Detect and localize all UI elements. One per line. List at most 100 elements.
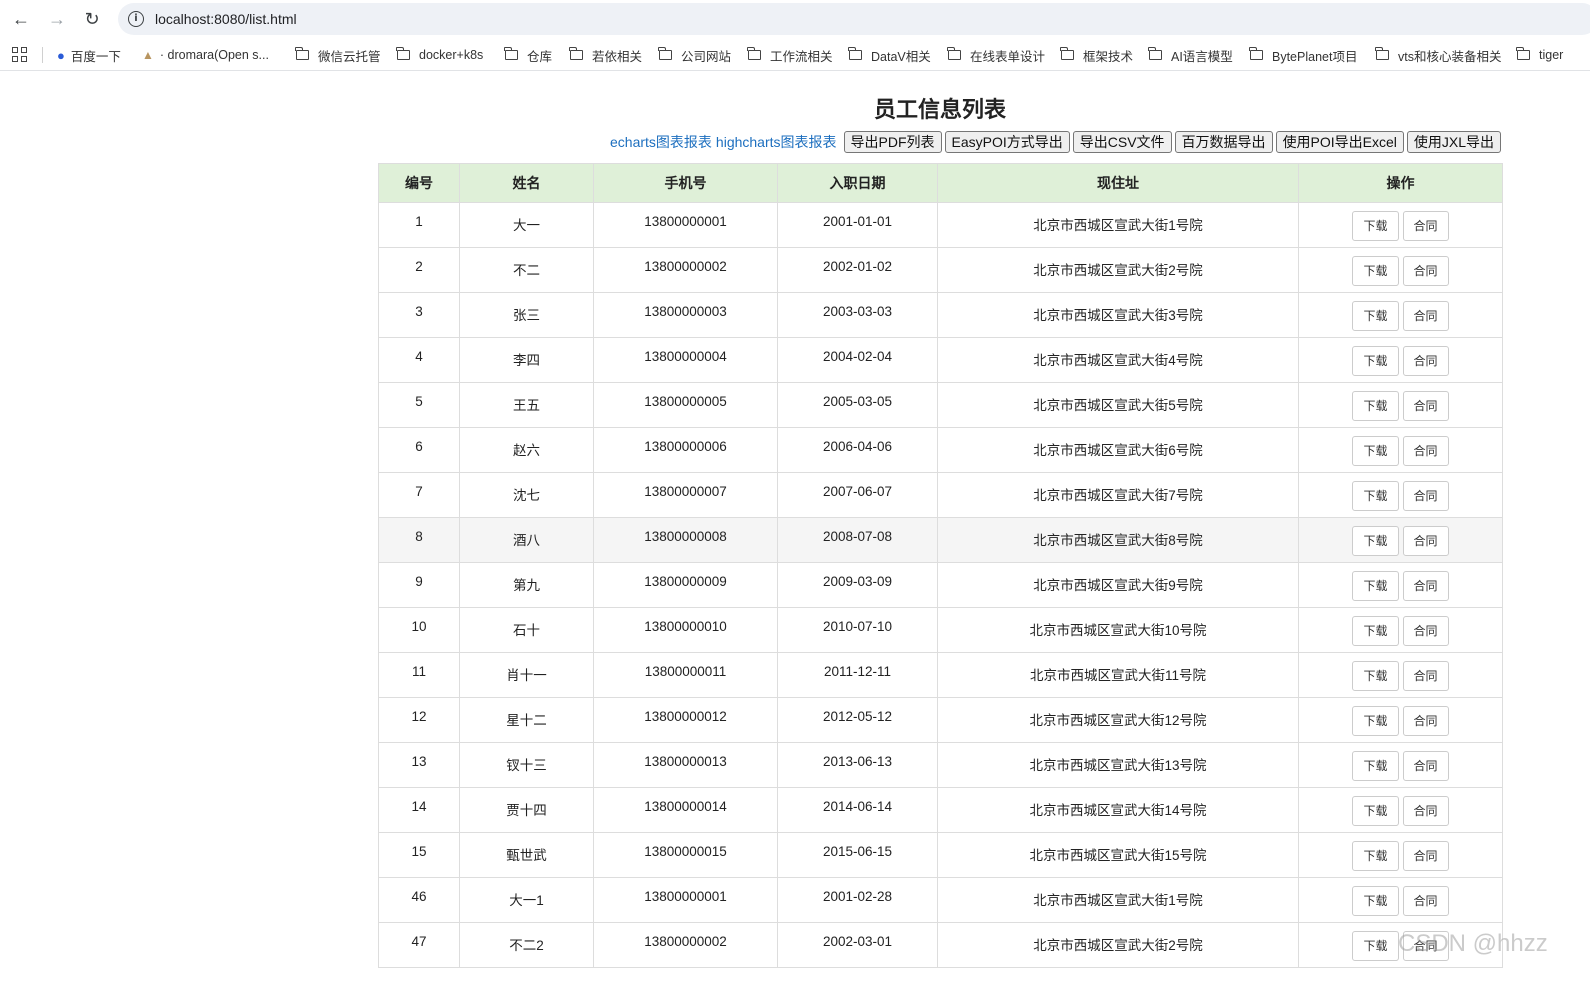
cell-address: 北京市西城区宣武大街3号院 [937, 292, 1299, 338]
cell-address: 北京市西城区宣武大街15号院 [937, 832, 1299, 878]
cell-address: 北京市西城区宣武大街2号院 [937, 922, 1299, 968]
url-text[interactable]: localhost:8080/list.html [155, 11, 297, 27]
cell-hire-date: 2010-07-10 [777, 607, 938, 653]
export-pdf-button[interactable]: 导出PDF列表 [843, 131, 942, 153]
bookmark-folder[interactable]: BytePlanet项目 [1249, 46, 1357, 64]
bookmark-folder[interactable]: tiger [1516, 46, 1563, 64]
cell-address: 北京市西城区宣武大街12号院 [937, 697, 1299, 743]
cell-actions: 下载 合同 [1298, 292, 1503, 338]
download-button[interactable]: 下载 [1352, 931, 1399, 961]
contract-button[interactable]: 合同 [1402, 391, 1449, 421]
table-row: 9 第九 13800000009 2009-03-09 北京市西城区宣武大街9号院 下载合… [378, 562, 1503, 608]
bookmark-folder[interactable]: docker+k8s [396, 46, 483, 64]
contract-button[interactable]: 合同 [1402, 436, 1449, 466]
cell-actions: 下载 合同 [1298, 562, 1503, 608]
download-button[interactable]: 下载 [1352, 481, 1399, 511]
back-arrow-icon[interactable]: ← [9, 7, 33, 31]
cell-actions: 下载 合同 [1298, 472, 1503, 518]
contract-button[interactable]: 合同 [1402, 661, 1449, 691]
contract-button[interactable]: 合同 [1402, 571, 1449, 601]
jxl-export-button[interactable]: 使用JXL导出 [1406, 131, 1502, 153]
highcharts-report-link[interactable]: highcharts图表报表 [716, 132, 837, 152]
cell-actions: 下载 合同 [1298, 832, 1503, 878]
cell-id: 15 [378, 832, 460, 878]
bookmark-folder[interactable]: 公司网站 [658, 46, 731, 64]
folder-icon [1249, 47, 1263, 60]
download-button[interactable]: 下载 [1352, 706, 1399, 736]
download-button[interactable]: 下载 [1352, 571, 1399, 601]
table-row: 1 大一 13800000001 2001-01-01 北京市西城区宣武大街1号院 下载合… [378, 202, 1503, 248]
folder-icon [504, 47, 518, 60]
download-button[interactable]: 下载 [1352, 796, 1399, 826]
cell-address: 北京市西城区宣武大街1号院 [937, 877, 1299, 923]
contract-button[interactable]: 合同 [1402, 256, 1449, 286]
bookmark-folder[interactable]: 在线表单设计 [947, 46, 1046, 64]
contract-button[interactable]: 合同 [1402, 616, 1449, 646]
bookmark-label: 微信云托管 [318, 49, 381, 64]
table-row: 5 王五 13800000005 2005-03-05 北京市西城区宣武大街5号院 下载合… [378, 382, 1503, 428]
table-row: 12 星十二 13800000012 2012-05-12 北京市西城区宣武大街12号院… [378, 697, 1503, 743]
cell-phone: 13800000012 [593, 697, 778, 743]
contract-button[interactable]: 合同 [1402, 841, 1449, 871]
export-csv-button[interactable]: 导出CSV文件 [1072, 131, 1172, 153]
cell-actions: 下载 合同 [1298, 247, 1503, 293]
bookmark-folder[interactable]: 工作流相关 [747, 46, 833, 64]
contract-button[interactable]: 合同 [1402, 211, 1449, 241]
bookmark-label: 仓库 [527, 49, 553, 64]
apps-grid-icon[interactable] [12, 47, 27, 62]
bookmark-folder[interactable]: vts和核心装备相关 [1375, 46, 1501, 64]
contract-button[interactable]: 合同 [1402, 706, 1449, 736]
download-button[interactable]: 下载 [1352, 751, 1399, 781]
download-button[interactable]: 下载 [1352, 886, 1399, 916]
cell-hire-date: 2008-07-08 [777, 517, 938, 563]
bookmark-folder[interactable]: 微信云托管 [295, 46, 381, 64]
browser-toolbar: ← → ↻ i localhost:8080/list.html [0, 0, 1590, 38]
table-header-row: 编号 姓名 手机号 入职日期 现住址 操作 [378, 163, 1503, 203]
download-button[interactable]: 下载 [1352, 256, 1399, 286]
table-row: 13 钗十三 13800000013 2013-06-13 北京市西城区宣武大街13号院… [378, 742, 1503, 788]
contract-button[interactable]: 合同 [1402, 346, 1449, 376]
bookmark-folder[interactable]: 仓库 [504, 46, 553, 64]
contract-button[interactable]: 合同 [1402, 751, 1449, 781]
bookmark-folder[interactable]: 框架技术 [1060, 46, 1133, 64]
dromara-icon: ▲ [142, 48, 154, 62]
contract-button[interactable]: 合同 [1402, 526, 1449, 556]
bookmark-folder[interactable]: DataV相关 [848, 46, 931, 64]
contract-button[interactable]: 合同 [1402, 886, 1449, 916]
contract-button[interactable]: 合同 [1402, 301, 1449, 331]
bookmark-label: 在线表单设计 [970, 49, 1046, 64]
cell-hire-date: 2001-02-28 [777, 877, 938, 923]
poi-export-excel-button[interactable]: 使用POI导出Excel [1275, 131, 1404, 153]
download-button[interactable]: 下载 [1352, 661, 1399, 691]
cell-name: 李四 [459, 337, 594, 383]
cell-address: 北京市西城区宣武大街11号院 [937, 652, 1299, 698]
million-data-export-button[interactable]: 百万数据导出 [1174, 131, 1273, 153]
cell-address: 北京市西城区宣武大街4号院 [937, 337, 1299, 383]
bookmark-baidu[interactable]: ● 百度一下 [57, 46, 121, 64]
reload-icon[interactable]: ↻ [80, 7, 104, 31]
download-button[interactable]: 下载 [1352, 346, 1399, 376]
bookmarks-bar: ● 百度一下 ▲ · dromara(Open s... 微信云托管 docke… [0, 40, 1590, 71]
echarts-report-link[interactable]: echarts图表报表 [610, 132, 712, 152]
cell-hire-date: 2007-06-07 [777, 472, 938, 518]
bookmark-folder[interactable]: AI语言模型 [1148, 46, 1233, 64]
bookmark-dromara[interactable]: ▲ · dromara(Open s... [142, 46, 269, 64]
easypoi-export-button[interactable]: EasyPOI方式导出 [944, 131, 1070, 153]
download-button[interactable]: 下载 [1352, 616, 1399, 646]
site-info-icon[interactable]: i [128, 11, 144, 27]
cell-phone: 13800000011 [593, 652, 778, 698]
cell-hire-date: 2006-04-06 [777, 427, 938, 473]
download-button[interactable]: 下载 [1352, 841, 1399, 871]
table-row: 47 不二2 13800000002 2002-03-01 北京市西城区宣武大街2号院 下… [378, 922, 1503, 968]
download-button[interactable]: 下载 [1352, 436, 1399, 466]
bookmark-folder[interactable]: 若依相关 [569, 46, 642, 64]
address-bar[interactable]: i localhost:8080/list.html [118, 3, 1590, 35]
download-button[interactable]: 下载 [1352, 526, 1399, 556]
contract-button[interactable]: 合同 [1402, 481, 1449, 511]
forward-arrow-icon[interactable]: → [45, 7, 69, 31]
contract-button[interactable]: 合同 [1402, 796, 1449, 826]
download-button[interactable]: 下载 [1352, 301, 1399, 331]
download-button[interactable]: 下载 [1352, 211, 1399, 241]
download-button[interactable]: 下载 [1352, 391, 1399, 421]
cell-hire-date: 2003-03-03 [777, 292, 938, 338]
